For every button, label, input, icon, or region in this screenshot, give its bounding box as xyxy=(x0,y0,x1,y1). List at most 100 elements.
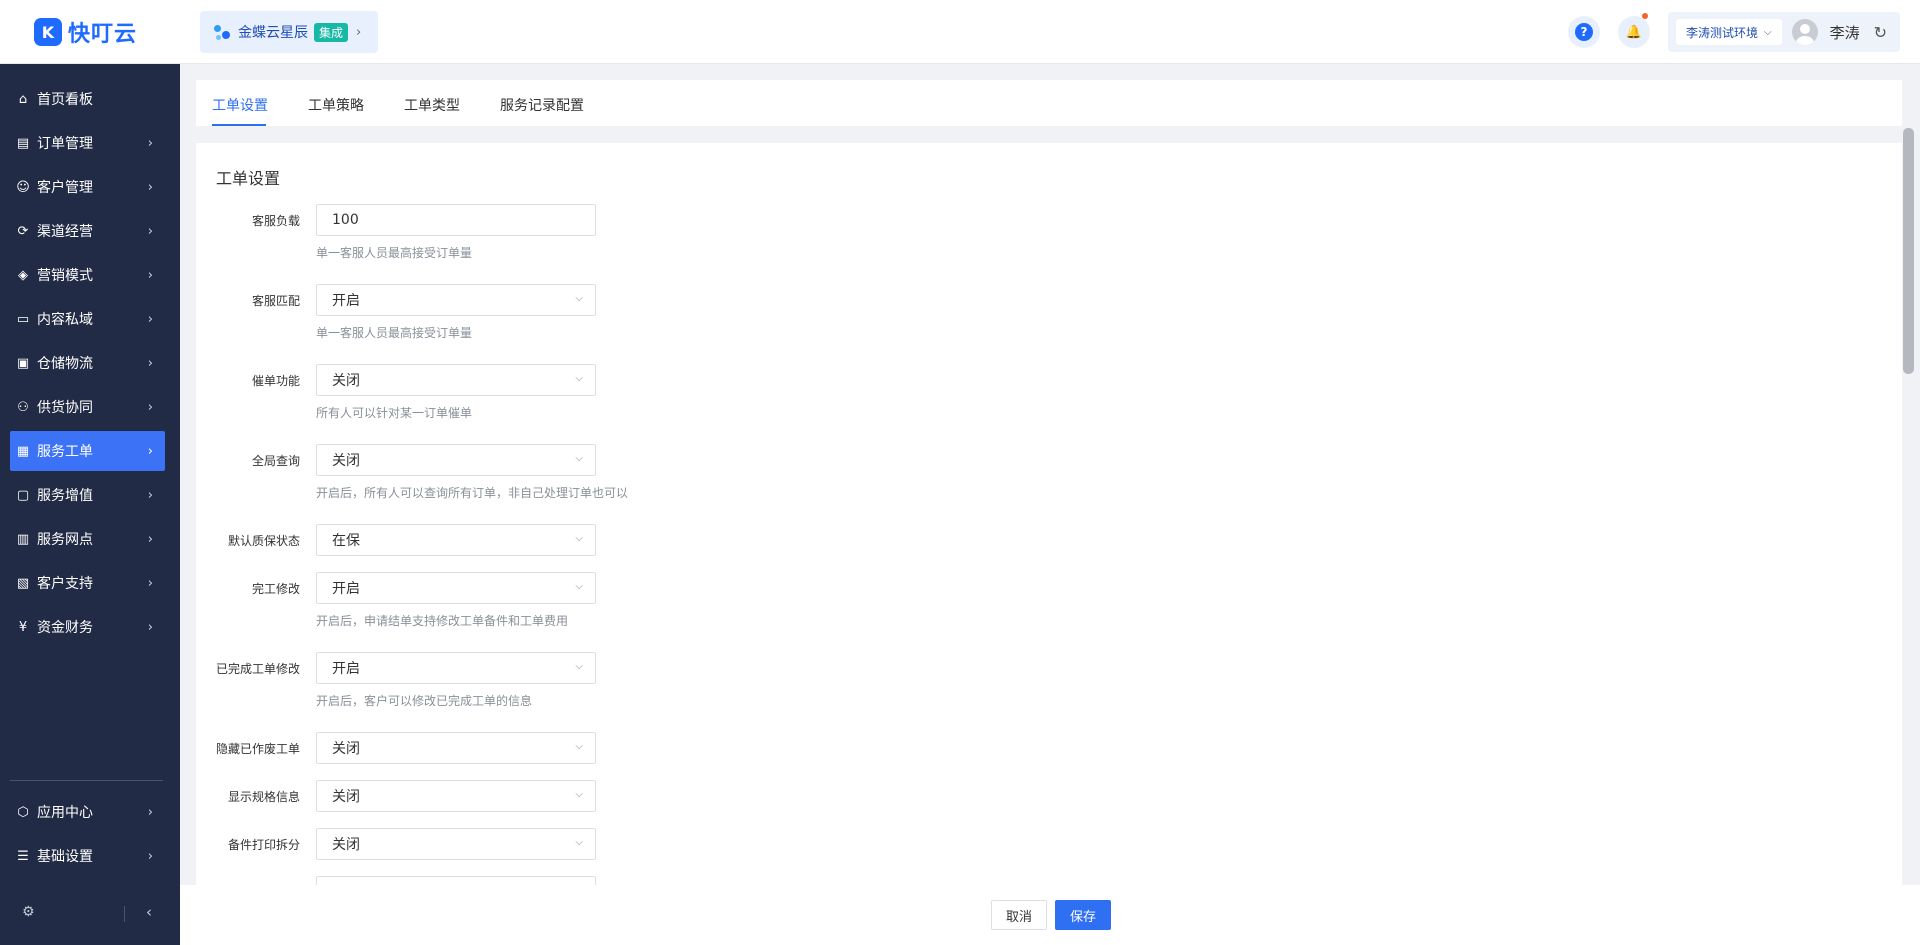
tab-service-record-config[interactable]: 服务记录配置 xyxy=(500,95,584,115)
sidebar-item-app-center[interactable]: ⬡ 应用中心 › xyxy=(10,792,165,832)
field-label-global-search: 全局查询 xyxy=(251,454,300,468)
global-search-select[interactable]: 关闭 ⌵ xyxy=(316,444,596,476)
completion-edit-select[interactable]: 开启 ⌵ xyxy=(316,572,596,604)
user-name[interactable]: 李涛 xyxy=(1830,22,1860,43)
field-label-completed-edit: 已完成工单修改 xyxy=(215,662,300,676)
logo-text: 快叮云 xyxy=(68,22,138,47)
field-hint: 所有人可以针对某一订单催单 xyxy=(316,406,473,420)
chevron-down-icon: ⌵ xyxy=(575,741,583,752)
agent-match-value: 开启 xyxy=(332,293,360,309)
field-hint: 单一客服人员最高接受订单量 xyxy=(316,246,473,260)
completed-edit-select[interactable]: 开启 ⌵ xyxy=(316,652,596,684)
chevron-right-icon: › xyxy=(147,487,153,503)
field-hint: 开启后，申请结单支持修改工单备件和工单费用 xyxy=(316,614,569,628)
field-label-completion-edit: 完工修改 xyxy=(251,582,300,596)
chevron-right-icon: › xyxy=(147,311,153,327)
chevron-right-icon: › xyxy=(147,223,153,239)
scrollbar[interactable] xyxy=(1903,128,1914,374)
parts-print-split-value: 关闭 xyxy=(332,837,360,853)
chevron-down-icon: ⌵ xyxy=(575,293,583,304)
tab-ticket-types[interactable]: 工单类型 xyxy=(404,95,460,115)
sidebar-item-service-tickets[interactable]: ▦ 服务工单 › xyxy=(10,431,165,471)
section-title: 工单设置 xyxy=(216,169,281,188)
reminder-value: 关闭 xyxy=(332,373,360,389)
reminder-select[interactable]: 关闭 ⌵ xyxy=(316,364,596,396)
sidebar-item-label: 服务网点 xyxy=(37,532,93,548)
collapse-icon[interactable]: ‹ xyxy=(146,903,152,921)
sidebar-item-label: 客户管理 xyxy=(37,180,93,196)
chevron-right-icon: › xyxy=(147,267,153,283)
sidebar-item-marketing[interactable]: ◈ 营销模式 › xyxy=(10,255,165,295)
integration-switcher[interactable]: 金蝶云星辰 集成 › xyxy=(200,11,378,53)
chevron-down-icon: ⌵ xyxy=(575,789,583,800)
integration-name: 金蝶云星辰 xyxy=(238,25,308,41)
chevron-down-icon: ⌵ xyxy=(1764,26,1772,38)
hide-voided-select[interactable]: 关闭 ⌵ xyxy=(316,732,596,764)
gift-icon: ▢ xyxy=(16,487,30,503)
agent-match-select[interactable]: 开启 ⌵ xyxy=(316,284,596,316)
field-label-show-spec: 显示规格信息 xyxy=(227,790,300,804)
integration-badge: 集成 xyxy=(314,22,349,42)
sidebar-item-label: 基础设置 xyxy=(37,849,93,865)
sidebar-item-label: 渠道经营 xyxy=(37,224,93,240)
tab-ticket-settings[interactable]: 工单设置 xyxy=(212,95,268,115)
sidebar-item-warehouse[interactable]: ▣ 仓储物流 › xyxy=(10,343,165,383)
sliders-icon: ☰ xyxy=(17,848,29,864)
next-setting-select[interactable] xyxy=(316,876,596,885)
supplier-icon: ⚇ xyxy=(17,399,29,415)
kingdee-icon xyxy=(214,23,232,41)
chevron-right-icon: › xyxy=(147,848,153,864)
sidebar-item-label: 应用中心 xyxy=(37,805,93,821)
help-button[interactable]: ? xyxy=(1568,16,1600,48)
sidebar-item-settings[interactable]: ☰ 基础设置 › xyxy=(10,836,165,876)
sidebar-item-finance[interactable]: ¥ 资金财务 › xyxy=(10,607,165,647)
sidebar-item-dashboard[interactable]: ⌂ 首页看板 xyxy=(10,79,165,119)
divider xyxy=(124,906,125,922)
user-panel: 李涛测试环境 ⌵ 李涛 ↻ xyxy=(1668,12,1900,52)
environment-label: 李涛测试环境 xyxy=(1686,25,1759,40)
parts-print-split-select[interactable]: 关闭 ⌵ xyxy=(316,828,596,860)
sidebar: ⌂ 首页看板 ▤ 订单管理 › ☺ 客户管理 › ⟳ 渠道经营 › ◈ 营销模式… xyxy=(0,64,180,945)
sidebar-item-orders[interactable]: ▤ 订单管理 › xyxy=(10,123,165,163)
hide-voided-value: 关闭 xyxy=(332,741,360,757)
help-icon: ? xyxy=(1575,23,1593,41)
show-spec-select[interactable]: 关闭 ⌵ xyxy=(316,780,596,812)
tab-bar: 工单设置 工单策略 工单类型 服务记录配置 xyxy=(196,80,1902,126)
tab-ticket-strategy[interactable]: 工单策略 xyxy=(308,95,364,115)
channel-icon: ⟳ xyxy=(17,223,29,239)
logo[interactable]: K 快叮云 xyxy=(34,18,138,47)
field-hint: 开启后，客户可以修改已完成工单的信息 xyxy=(316,694,533,708)
refresh-icon[interactable]: ↻ xyxy=(1874,23,1887,42)
sidebar-item-supply[interactable]: ⚇ 供货协同 › xyxy=(10,387,165,427)
chevron-right-icon: › xyxy=(147,135,153,151)
sidebar-item-outlets[interactable]: ▥ 服务网点 › xyxy=(10,519,165,559)
sidebar-item-label: 仓储物流 xyxy=(37,356,93,372)
sidebar-item-content[interactable]: ▭ 内容私域 › xyxy=(10,299,165,339)
chevron-right-icon: › xyxy=(147,443,153,459)
chevron-down-icon: ⌵ xyxy=(575,373,583,384)
sidebar-item-customers[interactable]: ☺ 客户管理 › xyxy=(10,167,165,207)
chevron-right-icon: › xyxy=(147,804,153,820)
warranty-status-value: 在保 xyxy=(332,533,360,549)
sidebar-divider xyxy=(10,780,163,781)
logo-icon: K xyxy=(34,18,62,46)
store-icon: ▥ xyxy=(16,531,30,547)
sidebar-item-value-added[interactable]: ▢ 服务增值 › xyxy=(10,475,165,515)
top-bar: K 快叮云 金蝶云星辰 集成 › ? 🔔 李涛测试环境 ⌵ 李涛 ↻ xyxy=(0,0,1920,64)
global-search-value: 关闭 xyxy=(332,453,360,469)
notification-button[interactable]: 🔔 xyxy=(1618,13,1650,48)
agent-load-input[interactable]: 100 xyxy=(316,204,596,236)
sidebar-item-support[interactable]: ▧ 客户支持 › xyxy=(10,563,165,603)
environment-select[interactable]: 李涛测试环境 ⌵ xyxy=(1676,19,1782,45)
sidebar-item-label: 内容私域 xyxy=(37,312,93,328)
field-label-warranty-status: 默认质保状态 xyxy=(227,534,300,548)
save-button[interactable]: 保存 xyxy=(1055,900,1112,930)
avatar[interactable] xyxy=(1791,19,1818,45)
completed-edit-value: 开启 xyxy=(332,661,360,677)
sidebar-item-channels[interactable]: ⟳ 渠道经营 › xyxy=(10,211,165,251)
sidebar-item-label: 资金财务 xyxy=(37,620,93,636)
gear-icon[interactable]: ⚙ xyxy=(22,904,35,920)
warranty-status-select[interactable]: 在保 ⌵ xyxy=(316,524,596,556)
cancel-button[interactable]: 取消 xyxy=(991,900,1048,930)
support-icon: ▧ xyxy=(16,575,30,591)
